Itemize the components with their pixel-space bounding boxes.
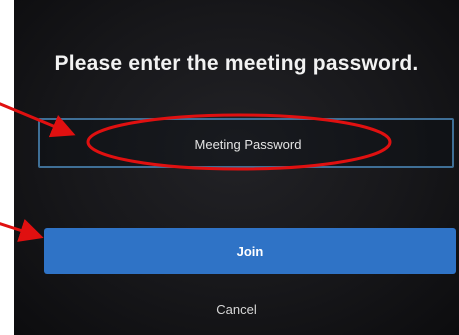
photo-of-screen: Please enter the meeting password. Join … <box>14 0 459 335</box>
cancel-button[interactable]: Cancel <box>14 302 459 317</box>
password-input[interactable] <box>40 120 456 168</box>
join-button[interactable]: Join <box>44 228 456 274</box>
dialog-title: Please enter the meeting password. <box>54 52 419 75</box>
password-field[interactable] <box>38 118 456 168</box>
